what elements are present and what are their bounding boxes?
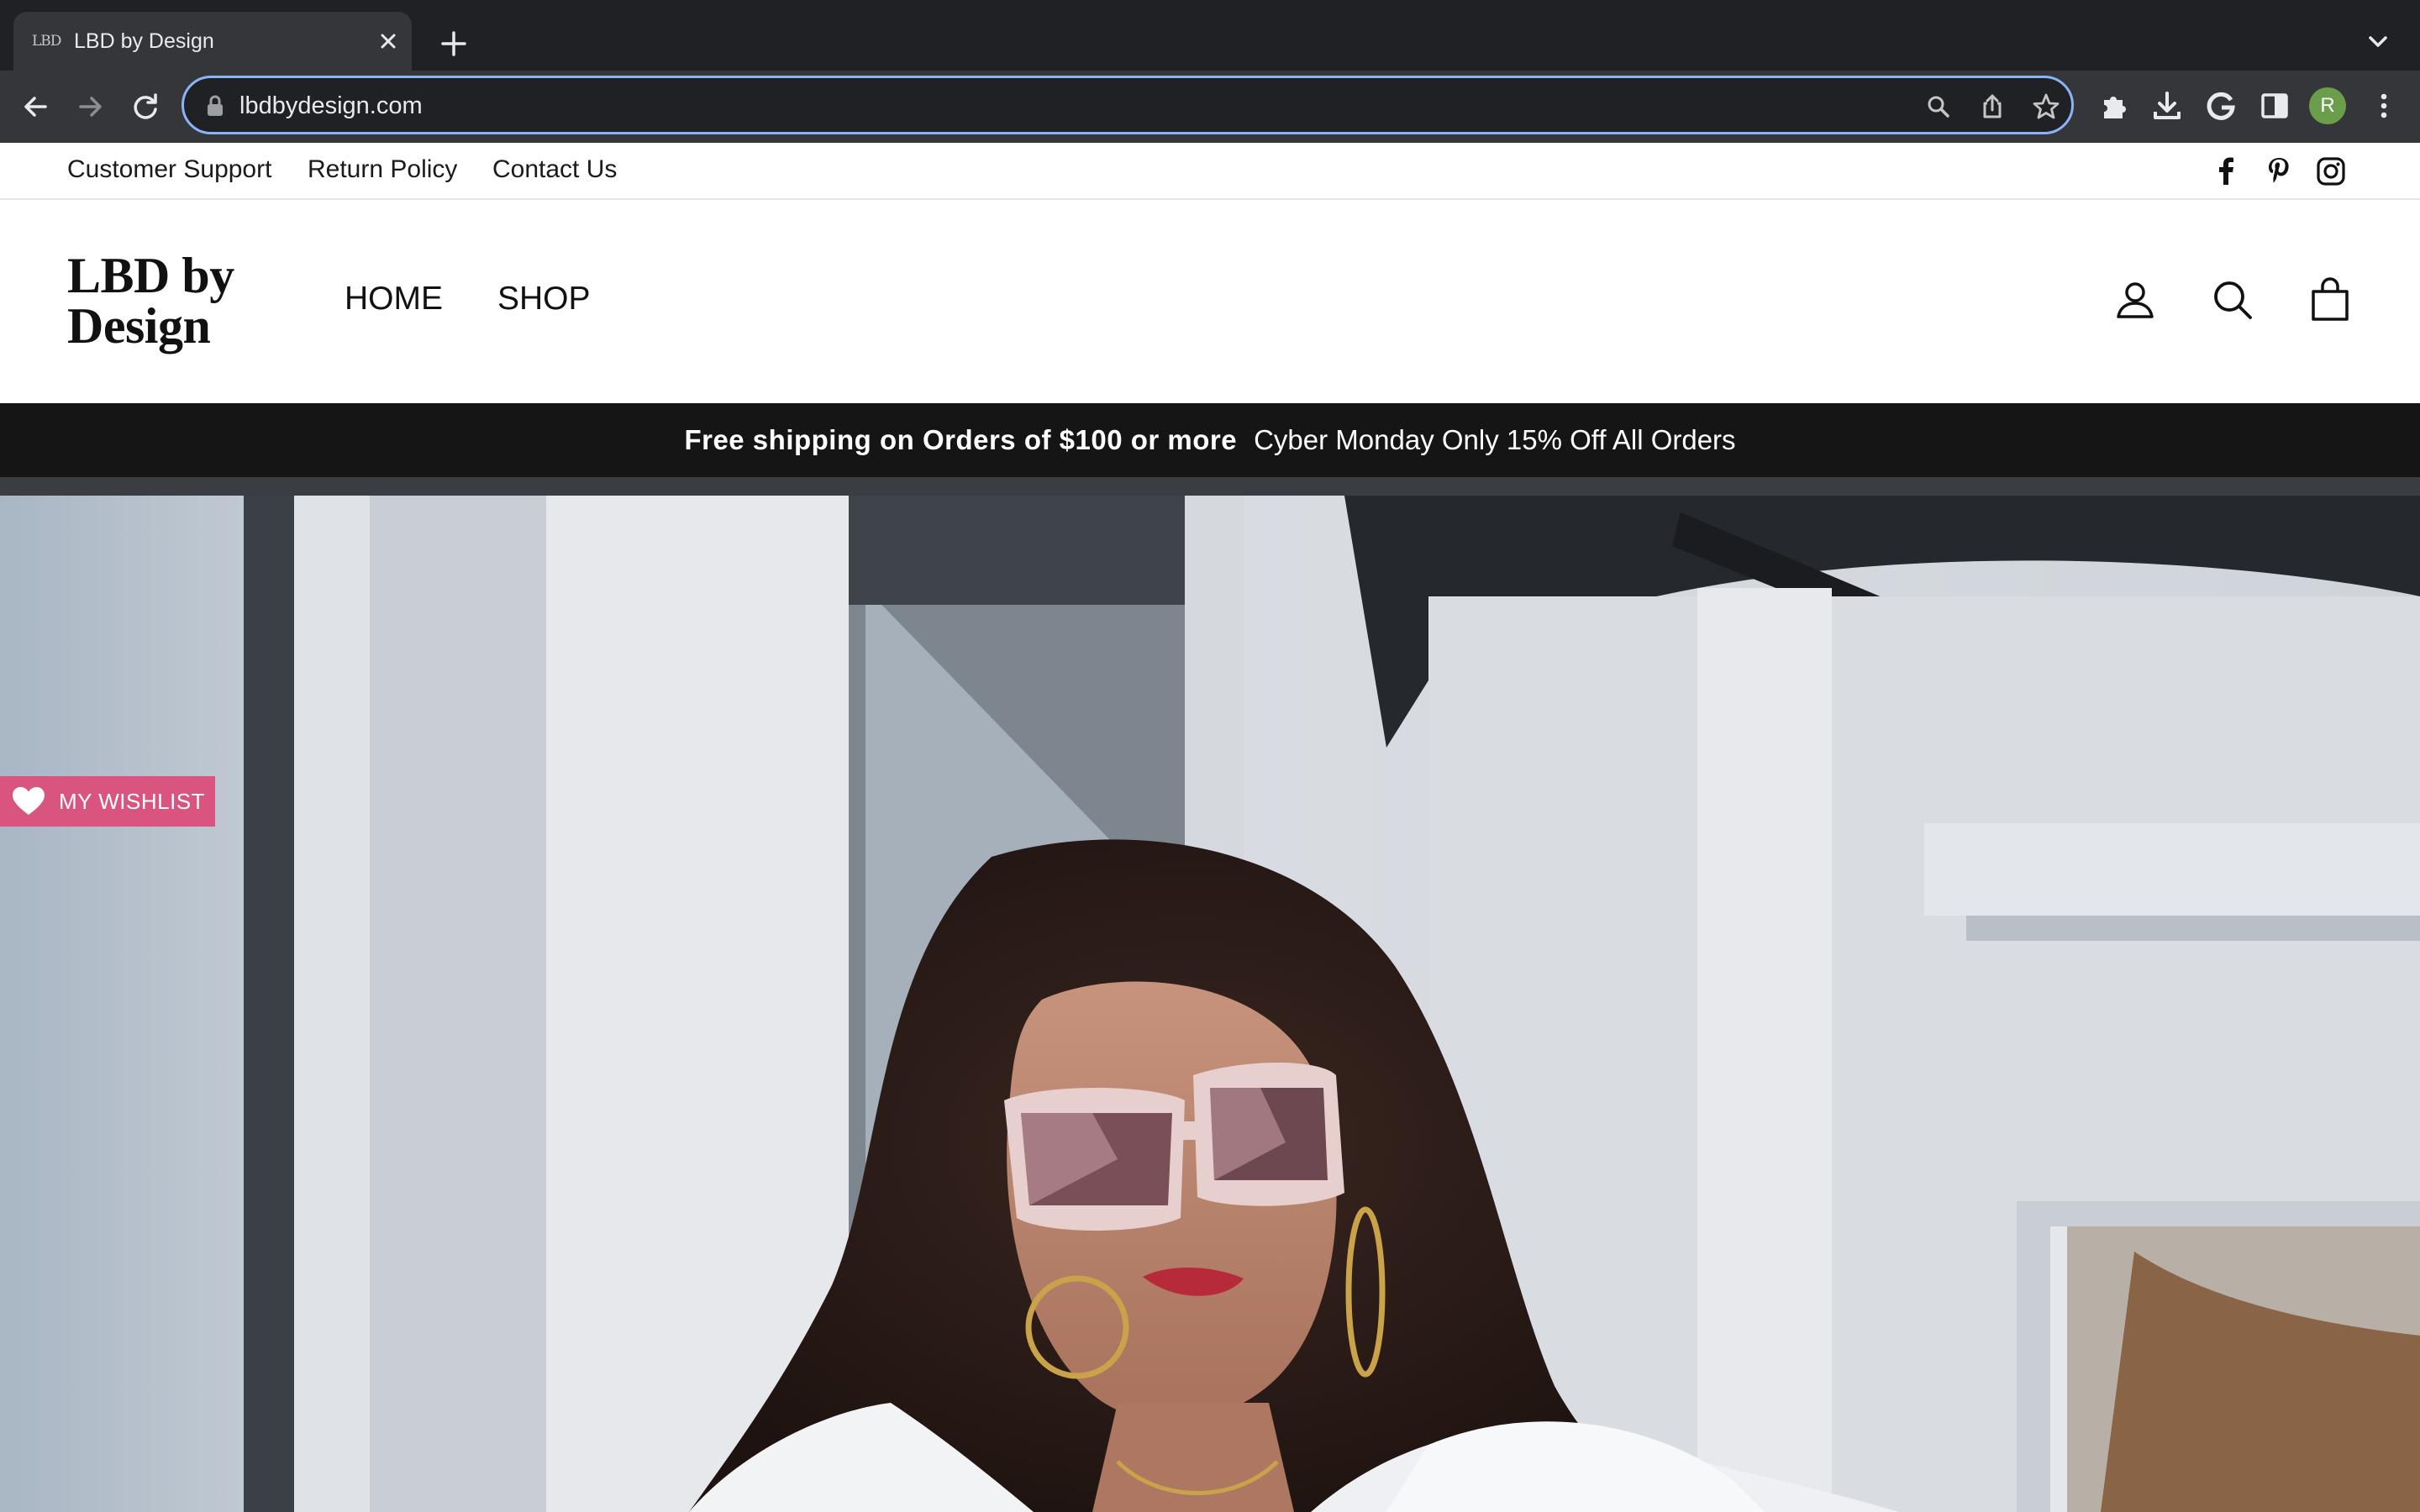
return-policy-link[interactable]: Return Policy (308, 155, 457, 185)
hero-photo (0, 496, 2420, 1512)
instagram-icon[interactable] (2316, 156, 2346, 186)
announcement-promo: Cyber Monday Only 15% Off All Orders (1254, 424, 1736, 455)
bookmark-star-icon[interactable] (2031, 92, 2061, 122)
browser-tab-bar: LBD LBD by Design (0, 0, 2420, 71)
site-header: LBD by Design HOME SHOP (0, 200, 2420, 403)
tab-title: LBD by Design (74, 29, 214, 53)
announcement-bar: Free shipping on Orders of $100 or more C… (0, 403, 2420, 477)
zoom-icon[interactable] (1923, 92, 1954, 122)
facebook-icon[interactable] (2212, 156, 2242, 186)
back-icon[interactable] (17, 87, 55, 126)
close-tab-icon[interactable] (375, 28, 402, 55)
announcement-divider (0, 477, 2420, 496)
utility-bar: Customer Support Return Policy Contact U… (0, 143, 2420, 200)
google-icon[interactable] (2203, 88, 2238, 123)
share-icon[interactable] (1977, 92, 2007, 122)
new-tab-icon[interactable] (437, 27, 471, 60)
address-bar[interactable]: lbdbydesign.com (182, 76, 2074, 134)
announcement-shipping: Free shipping on Orders of $100 or more (684, 424, 1238, 455)
cart-icon[interactable] (2307, 277, 2353, 323)
tab-search-chevron-icon[interactable] (2363, 27, 2393, 57)
customer-support-link[interactable]: Customer Support (67, 155, 271, 185)
contact-us-link[interactable]: Contact Us (492, 155, 617, 185)
lock-icon[interactable] (206, 95, 224, 117)
reload-icon[interactable] (126, 87, 165, 126)
tab-favicon: LBD (32, 33, 61, 50)
account-icon[interactable] (2112, 277, 2158, 323)
wishlist-tab[interactable]: MY WISHLIST (0, 776, 215, 827)
profile-avatar[interactable]: R (2309, 87, 2346, 124)
logo-line-1: LBD by (67, 248, 234, 303)
browser-toolbar: lbdbydesign.com R (0, 71, 2420, 143)
forward-icon[interactable] (71, 87, 109, 126)
pinterest-icon[interactable] (2264, 156, 2294, 186)
browser-tab[interactable]: LBD LBD by Design (13, 12, 412, 71)
nav-home[interactable]: HOME (345, 281, 443, 318)
url-text[interactable]: lbdbydesign.com (239, 92, 423, 120)
wishlist-label: MY WISHLIST (59, 789, 206, 814)
side-panel-icon[interactable] (2257, 88, 2292, 123)
search-icon[interactable] (2210, 277, 2255, 323)
heart-icon (13, 787, 45, 815)
download-icon[interactable] (2149, 88, 2185, 123)
logo-line-2: Design (67, 298, 211, 354)
nav-shop[interactable]: SHOP (497, 281, 591, 318)
menu-dots-icon[interactable] (2366, 88, 2402, 123)
extensions-icon[interactable] (2097, 88, 2133, 123)
hero-image[interactable] (0, 496, 2420, 1512)
site-logo[interactable]: LBD by Design (67, 250, 286, 351)
